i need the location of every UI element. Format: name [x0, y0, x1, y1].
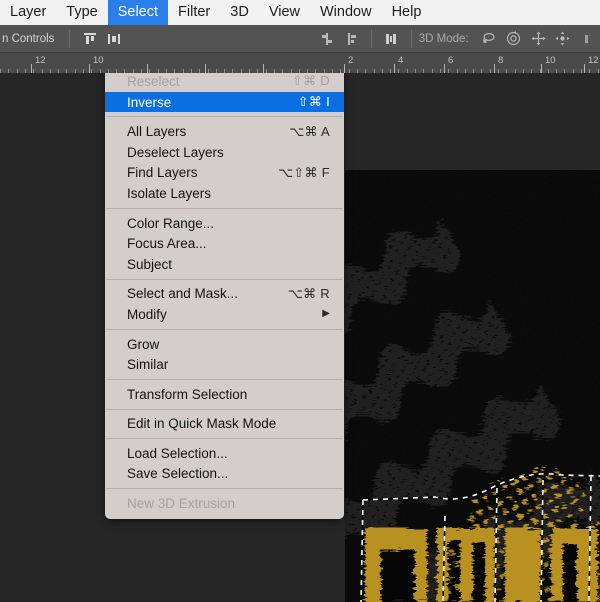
- menu-item-label: Inverse: [127, 94, 172, 110]
- menu-separator: [106, 438, 343, 440]
- ruler-label-right-1: 4: [398, 55, 404, 66]
- menubar-item-select[interactable]: Select: [107, 0, 169, 25]
- menu-separator: [106, 408, 343, 410]
- menu-item-label: New 3D Extrusion: [127, 496, 236, 512]
- menu-item-label: Color Range...: [127, 215, 215, 231]
- ruler-label-right-3: 8: [498, 55, 504, 66]
- menu-separator: [106, 278, 343, 280]
- menu-separator: [106, 207, 343, 209]
- menu-item-subject[interactable]: Subject: [105, 254, 344, 275]
- menu-item-shortcut: ⌥⌘ R: [287, 285, 330, 301]
- menu-item-label: All Layers: [127, 124, 187, 140]
- menu-separator: [106, 488, 343, 490]
- ruler-label-right-0: 2: [348, 55, 354, 66]
- menu-item-isolate-layers[interactable]: Isolate Layers: [105, 183, 344, 204]
- menubar-item-view[interactable]: View: [259, 0, 310, 25]
- align-left-edges-icon[interactable]: [341, 28, 362, 50]
- menu-item-deselect-layers[interactable]: Deselect Layers: [105, 142, 344, 163]
- menubar-item-filter[interactable]: Filter: [168, 0, 220, 25]
- menu-item-label: Edit in Quick Mask Mode: [127, 416, 277, 432]
- menu-item-select-and-mask[interactable]: Select and Mask... ⌥⌘ R: [105, 284, 344, 305]
- menu-separator: [106, 328, 343, 330]
- artwork-graphic: [345, 170, 600, 602]
- menubar-item-help[interactable]: Help: [382, 0, 432, 25]
- photoshop-window: Layer Type Select Filter 3D View Window …: [0, 0, 600, 602]
- menubar-item-layer[interactable]: Layer: [0, 0, 56, 25]
- menu-item-shortcut: ⇧⌘ D: [291, 73, 330, 89]
- menu-item-label: Load Selection...: [127, 445, 228, 461]
- menu-separator: [106, 116, 343, 118]
- align-top-icon[interactable]: [79, 28, 100, 50]
- menu-separator: [106, 378, 343, 380]
- document-workspace: All⌘ ADeselect⌘ DReselect⇧⌘ DInverse⇧⌘ I…: [0, 73, 600, 602]
- menu-item-label: Deselect Layers: [127, 144, 224, 160]
- options-overflow-icon[interactable]: [577, 28, 598, 50]
- tool-options-bar: n Controls 3D Mode:: [0, 25, 600, 53]
- menu-item-focus-area[interactable]: Focus Area...: [105, 233, 344, 254]
- options-divider-3: [410, 29, 412, 48]
- controls-label: n Controls: [2, 32, 55, 45]
- menu-item-label: Similar: [127, 357, 169, 373]
- menu-item-new-3d-extrusion: New 3D Extrusion: [105, 493, 344, 514]
- menu-item-inverse[interactable]: Inverse ⇧⌘ I: [105, 91, 344, 113]
- menubar-item-3d[interactable]: 3D: [220, 0, 259, 25]
- menu-item-reselect: Reselect ⇧⌘ D: [105, 73, 344, 92]
- menu-item-modify[interactable]: Modify ▶: [105, 304, 344, 325]
- menu-item-label: Transform Selection: [127, 386, 248, 402]
- menu-item-shortcut: ⇧⌘ I: [297, 94, 330, 110]
- menu-item-all-layers[interactable]: All Layers ⌥⌘ A: [105, 121, 344, 142]
- menu-item-label: Subject: [127, 256, 173, 272]
- pan-3d-icon[interactable]: [528, 28, 549, 50]
- options-divider-1: [69, 29, 71, 48]
- menu-item-color-range[interactable]: Color Range...: [105, 213, 344, 234]
- menu-item-similar[interactable]: Similar: [105, 354, 344, 375]
- image-canvas[interactable]: [345, 170, 600, 602]
- menu-item-save-selection[interactable]: Save Selection...: [105, 464, 344, 485]
- menu-item-load-selection[interactable]: Load Selection...: [105, 443, 344, 464]
- menu-item-label: Find Layers: [127, 165, 198, 181]
- ruler-label-right-2: 6: [448, 55, 454, 66]
- menu-item-label: Select and Mask...: [127, 286, 239, 302]
- menu-item-label: Modify: [127, 306, 167, 322]
- menu-item-label: Isolate Layers: [127, 185, 212, 201]
- menubar-item-type[interactable]: Type: [56, 0, 107, 25]
- menubar-item-window[interactable]: Window: [310, 0, 382, 25]
- horizontal-ruler[interactable]: 12 10 2 4 6 8 10 12: [0, 53, 600, 74]
- roll-3d-icon[interactable]: [503, 28, 524, 50]
- submenu-arrow-icon: ▶: [322, 308, 330, 320]
- menu-item-shortcut: ⌥⌘ A: [289, 123, 330, 139]
- ruler-label-right-5: 12: [588, 55, 599, 66]
- ruler-label-left-1: 10: [93, 55, 104, 66]
- mode-3d-label: 3D Mode:: [418, 32, 469, 45]
- slide-3d-icon[interactable]: [553, 28, 574, 50]
- application-menu-bar: Layer Type Select Filter 3D View Window …: [0, 0, 600, 25]
- distribute-vertical-icon[interactable]: [381, 28, 402, 50]
- menu-item-label: Reselect: [127, 73, 180, 89]
- menu-item-find-layers[interactable]: Find Layers ⌥⇧⌘ F: [105, 163, 344, 184]
- menu-item-transform-selection[interactable]: Transform Selection: [105, 384, 344, 405]
- ruler-label-left-0: 12: [35, 55, 46, 66]
- select-dropdown-menu[interactable]: All⌘ ADeselect⌘ DReselect⇧⌘ DInverse⇧⌘ I…: [105, 73, 344, 519]
- menu-item-shortcut: ⌥⇧⌘ F: [278, 164, 330, 180]
- menu-item-label: Focus Area...: [127, 236, 207, 252]
- menu-item-edit-in-quick-mask-mode[interactable]: Edit in Quick Mask Mode: [105, 414, 344, 435]
- distribute-horizontal-icon[interactable]: [104, 28, 125, 50]
- orbit-3d-icon[interactable]: [479, 28, 500, 50]
- menu-item-label: Save Selection...: [127, 466, 229, 482]
- menu-item-label: Grow: [127, 336, 160, 352]
- align-vertical-center-icon[interactable]: [317, 28, 338, 50]
- menu-item-grow[interactable]: Grow: [105, 334, 344, 355]
- options-divider-2: [371, 29, 373, 48]
- ruler-label-right-4: 10: [545, 55, 556, 66]
